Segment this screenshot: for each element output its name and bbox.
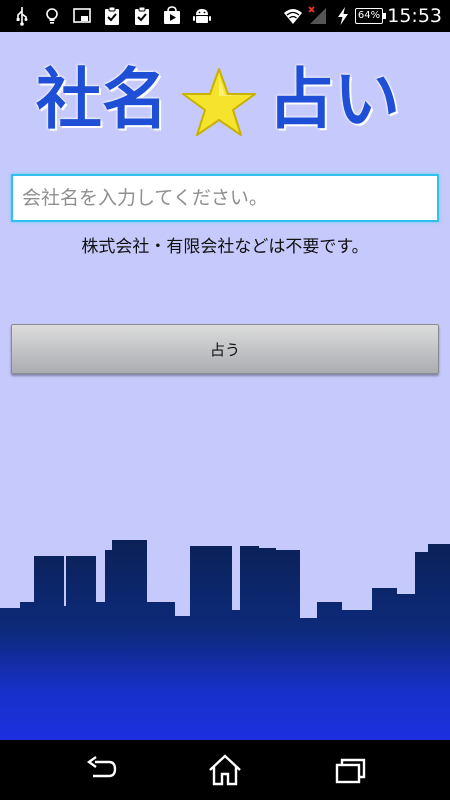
app-logo: 社名 占い	[36, 62, 416, 138]
signal-icon	[308, 6, 328, 26]
clipboard-check-icon	[132, 6, 152, 26]
android-icon	[192, 6, 212, 26]
company-name-input[interactable]	[11, 174, 439, 222]
input-note: 株式会社・有限会社などは不要です。	[81, 237, 369, 257]
navigation-bar	[0, 740, 450, 800]
lightbulb-icon	[42, 6, 62, 26]
status-bar: 64% 15:53	[0, 0, 450, 32]
star-icon	[182, 68, 256, 136]
recent-apps-icon[interactable]	[330, 752, 370, 788]
usb-icon	[12, 6, 32, 26]
clipboard-check-icon	[102, 6, 122, 26]
divine-button[interactable]: 占う	[11, 324, 439, 374]
cast-icon	[72, 6, 92, 26]
clock: 15:53	[387, 5, 442, 27]
wifi-icon	[283, 6, 303, 26]
back-icon[interactable]	[81, 752, 121, 788]
app-screen: 社名 占い 株式会社・有限会社などは不要です。 占う	[0, 32, 450, 740]
home-icon[interactable]	[205, 752, 245, 788]
charging-icon	[333, 6, 353, 26]
logo-text-uranai: 占い	[268, 61, 400, 138]
play-store-icon	[162, 6, 182, 26]
logo-text-shamei: 社名	[36, 61, 168, 138]
battery-indicator: 64%	[355, 8, 386, 24]
city-skyline	[0, 540, 450, 740]
